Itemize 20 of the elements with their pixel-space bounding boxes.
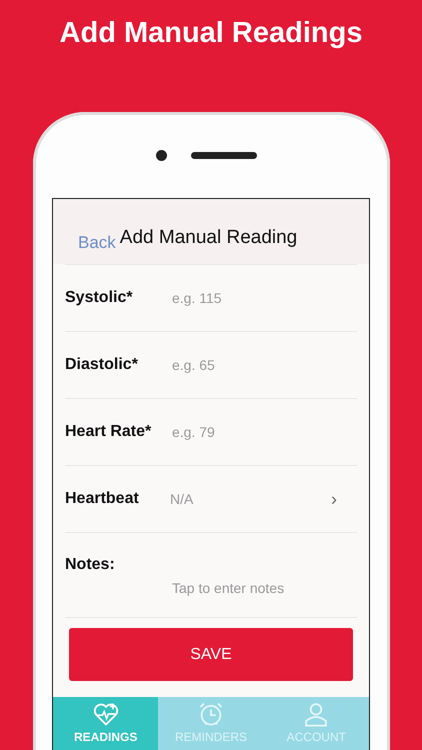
tab[interactable]: REMINDERS [158,697,264,750]
headline: Add Manual Readings [58,16,364,51]
input-field[interactable]: e.g. 115 [170,286,320,310]
input-field[interactable]: e.g. 65 [170,354,320,377]
field-label: Systolic* [65,288,134,308]
tab[interactable]: ACCOUNT [264,697,369,750]
field-label: Heart Rate* [65,422,152,442]
save-button[interactable]: SAVE [69,628,353,682]
camera-icon [156,150,166,160]
speaker-icon [190,152,256,158]
notes-field[interactable]: Tap to enter notes [170,577,350,600]
select-value[interactable]: N/A [170,488,331,510]
field-label: Diastolic* [65,355,139,376]
chevron-icon: › [331,486,357,513]
input-field[interactable]: e.g. 79 [170,420,320,444]
field-label: Heartbeat [65,489,140,510]
field-label: Notes: [65,555,116,576]
back-button[interactable]: Back [78,230,116,256]
screen-title: Add Manual Reading [120,226,298,250]
tab[interactable]: READINGS [53,697,158,750]
